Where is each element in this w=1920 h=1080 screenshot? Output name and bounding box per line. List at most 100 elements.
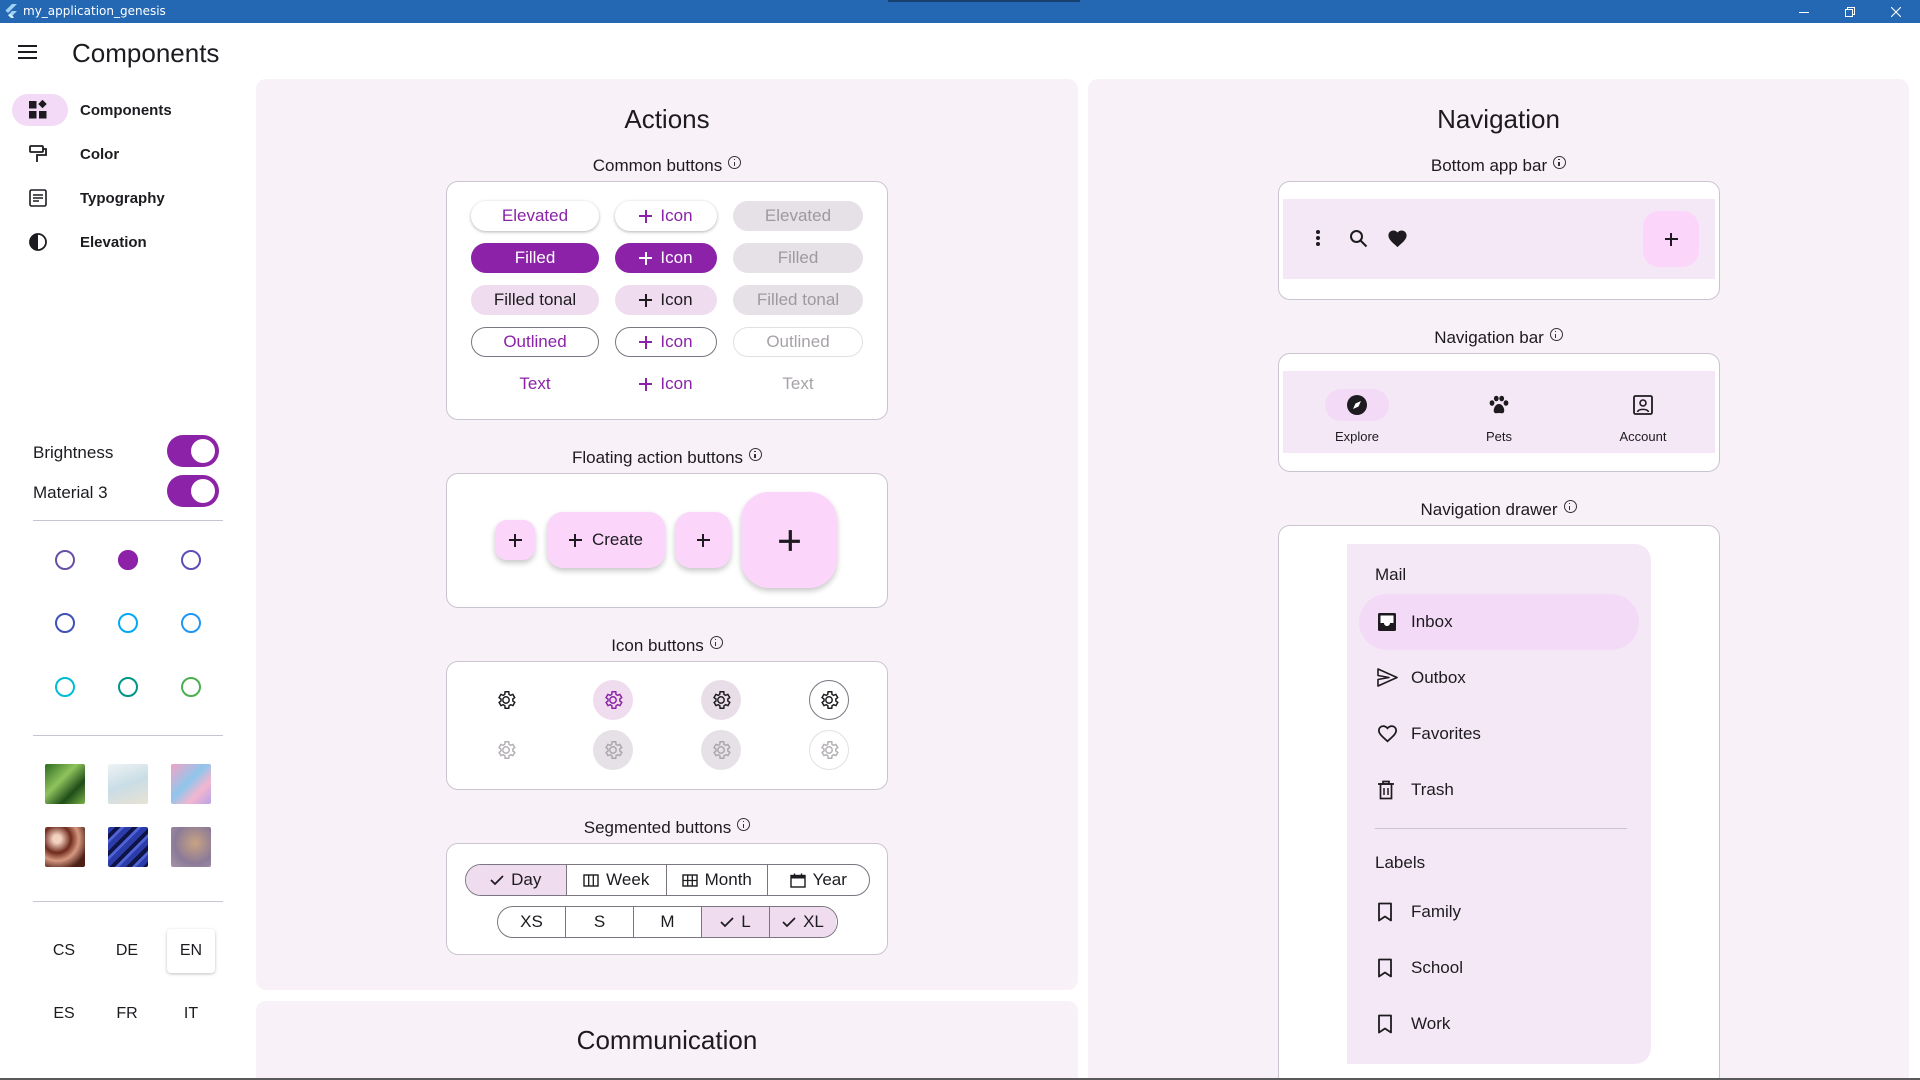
filled-icon-button[interactable]: Icon [615,243,717,273]
section-title-text: Floating action buttons [571,448,744,467]
drawer-item-trash[interactable]: Trash [1359,762,1639,818]
extended-fab-create[interactable]: Create [547,512,665,568]
date-segmented-button: Day Week Month Year [465,864,870,896]
seed-color-radio[interactable] [118,677,138,697]
actions-panel: Actions Common buttons Elevated Icon Ele… [256,79,1078,990]
bottom-app-bar [1283,199,1715,279]
large-fab[interactable] [741,492,837,588]
info-icon[interactable] [1553,156,1567,169]
rail-divider [33,520,223,521]
format-paint-icon [29,145,47,162]
drawer-item-school[interactable]: School [1359,940,1639,996]
settings-icon [821,691,839,709]
drawer-item-inbox[interactable]: Inbox [1359,594,1639,650]
info-icon[interactable] [728,156,742,169]
drawer-item-outbox[interactable]: Outbox [1359,650,1639,706]
filled-toggle-icon-button[interactable] [593,680,633,720]
outlined-icon-button[interactable]: Icon [615,327,717,357]
filled-tonal-icon-button[interactable]: Icon [615,285,717,315]
info-icon[interactable] [737,818,751,831]
nav-dest-account[interactable]: Account [1583,377,1703,444]
outlined-button[interactable]: Outlined [471,327,599,357]
close-button[interactable] [1873,0,1919,23]
language-en-selected[interactable]: EN [167,929,215,973]
language-it[interactable]: IT [167,992,215,1036]
check-icon [720,917,734,928]
info-icon[interactable] [1549,328,1563,341]
seed-color-radio[interactable] [55,550,75,570]
seed-color-radio[interactable] [55,613,75,633]
favorite-icon[interactable] [1387,229,1408,248]
settings-icon [605,741,623,759]
language-es[interactable]: ES [40,992,88,1036]
material3-switch[interactable] [167,475,219,507]
sand-image-thumbnail[interactable] [171,827,211,867]
filled-tonal-button[interactable]: Filled tonal [471,285,599,315]
seed-color-radio-selected[interactable] [118,550,138,570]
drawer-item-favorites[interactable]: Favorites [1359,706,1639,762]
segment-l[interactable]: L [702,907,770,937]
menu-icon[interactable] [18,42,38,62]
standard-icon-button[interactable] [486,680,526,720]
segment-m[interactable]: M [634,907,702,937]
seed-color-radio[interactable] [118,613,138,633]
elevated-icon-button[interactable]: Icon [615,201,717,231]
brightness-switch[interactable] [167,435,219,467]
restore-button[interactable] [1827,0,1873,23]
button-label: Elevated [501,206,569,225]
elevated-button[interactable]: Elevated [471,201,599,231]
rail-divider [33,735,223,736]
minimize-button[interactable] [1781,0,1827,23]
rail-item-components[interactable]: Components [12,94,242,126]
segment-day[interactable]: Day [466,865,567,895]
drawer-item-family[interactable]: Family [1359,884,1639,940]
segment-xl[interactable]: XL [770,907,836,937]
outlined-icon-button[interactable] [809,680,849,720]
flowers-image-thumbnail[interactable] [45,827,85,867]
close-icon [1891,6,1901,17]
icon-buttons-title: Icon buttons [256,636,1078,656]
seed-color-radio[interactable] [181,613,201,633]
tonal-icon-button[interactable] [701,680,741,720]
rail-item-color[interactable]: Color [12,138,242,170]
segment-week[interactable]: Week [567,865,667,895]
text-icon-button[interactable]: Icon [615,369,717,399]
seed-color-radio[interactable] [181,550,201,570]
fab[interactable] [675,512,731,568]
text-button[interactable]: Text [471,369,599,399]
bookmark-icon [1378,1014,1392,1034]
leaves-image-thumbnail[interactable] [45,764,85,804]
rail-item-elevation[interactable]: Elevation [12,226,242,258]
language-cs[interactable]: CS [40,929,88,973]
rail-divider [33,901,223,902]
segment-s[interactable]: S [566,907,634,937]
info-icon[interactable] [749,448,763,461]
zebra-image-thumbnail[interactable] [108,827,148,867]
fab-label: Create [591,530,644,549]
drawer-item-label: Work [1411,1014,1451,1033]
segment-year[interactable]: Year [768,865,870,895]
seed-color-radio[interactable] [181,677,201,697]
more-vert-icon[interactable] [1315,229,1321,247]
info-icon[interactable] [709,636,723,649]
small-fab[interactable] [495,520,535,560]
drawer-item-work[interactable]: Work [1359,996,1639,1052]
info-icon[interactable] [1563,500,1577,513]
nav-dest-explore[interactable]: Explore [1297,377,1417,444]
button-label: Text [519,374,551,393]
segment-month[interactable]: Month [667,865,768,895]
explore-icon [1347,395,1367,415]
rail-item-typography[interactable]: Typography [12,182,242,214]
bottom-app-bar-fab[interactable] [1643,211,1699,267]
section-title-text: Navigation drawer [1420,500,1558,519]
filled-button[interactable]: Filled [471,243,599,273]
language-de[interactable]: DE [103,929,151,973]
segment-label: XL [803,912,824,931]
language-fr[interactable]: FR [103,992,151,1036]
segment-xs[interactable]: XS [498,907,566,937]
clouds-image-thumbnail[interactable] [108,764,148,804]
pastel-image-thumbnail[interactable] [171,764,211,804]
search-icon[interactable] [1349,229,1368,248]
nav-dest-pets[interactable]: Pets [1439,377,1559,444]
seed-color-radio[interactable] [55,677,75,697]
